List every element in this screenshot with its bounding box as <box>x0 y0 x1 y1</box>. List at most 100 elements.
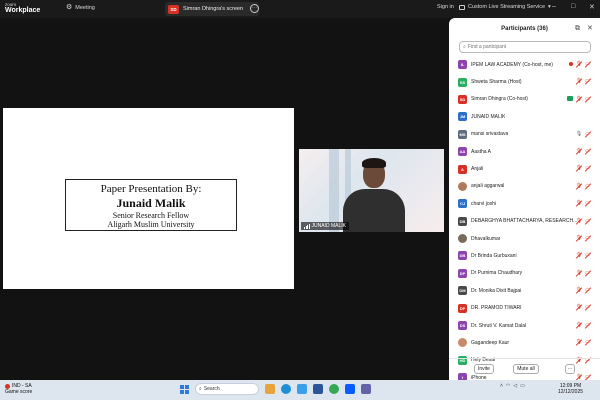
participant-avatar <box>458 234 467 244</box>
sharer-avatar: SD <box>168 4 179 14</box>
participant-row[interactable]: CJ charvi joshi 🎙 ▭ <box>449 195 600 212</box>
camera-off-icon: ▭ <box>585 234 590 241</box>
news-widget[interactable]: IND - SA Game score <box>5 383 32 395</box>
taskbar-search[interactable]: ⌕ Search <box>195 383 259 395</box>
screen-share-tab[interactable]: SD Simran Dhingra's screen <box>165 2 259 16</box>
participant-name: mansi srivastava <box>471 131 509 138</box>
sign-in-link[interactable]: Sign in <box>437 4 454 10</box>
maximize-button[interactable]: □ <box>571 3 575 10</box>
participant-row[interactable]: IL IPEM LAW ACADEMY (Co-host, me) 🎙 ▭ <box>449 56 600 73</box>
camera-off-icon: ▭ <box>585 61 590 67</box>
more-options-icon[interactable]: ··· <box>250 4 259 13</box>
participant-row[interactable]: DP DR. PRAMOD TIWARI 🎙 ▭ <box>449 299 600 316</box>
participant-name: JUNAID MALIK <box>471 113 506 120</box>
volume-icon[interactable]: ◁ <box>513 383 517 389</box>
close-button[interactable]: ✕ <box>589 3 595 11</box>
minimize-button[interactable]: – <box>552 3 556 10</box>
windows-start-icon[interactable] <box>180 384 189 394</box>
camera-off-icon: ▭ <box>585 217 590 224</box>
participant-name: Dhavalkumar <box>471 235 501 242</box>
video-person-body <box>343 189 405 232</box>
participant-row[interactable]: A Anjali 🎙 ▭ <box>449 160 600 177</box>
participant-name: Aastha A <box>471 148 492 155</box>
camera-off-icon: ▭ <box>585 147 590 154</box>
mute-all-button[interactable]: Mute all <box>513 364 539 374</box>
shared-screen[interactable]: Paper Presentation By: Junaid Malik Seni… <box>3 108 294 289</box>
chrome-icon[interactable] <box>329 384 339 394</box>
live-stream-button[interactable]: Custom Live Streaming Service ▾ <box>459 4 551 10</box>
participant-row[interactable]: DM Dr. Monika Dixit Bajpai 🎙 ▭ <box>449 282 600 299</box>
invite-button[interactable]: Invite <box>474 364 494 374</box>
store-icon[interactable] <box>297 384 307 394</box>
title-bar: zoom Workplace ⚙ Meeting SD Simran Dhing… <box>0 0 600 18</box>
participant-avatar: JM <box>458 112 467 122</box>
participant-row[interactable]: DP Dr Purnima Chaudhary 🎙 ▭ <box>449 265 600 282</box>
zoom-icon[interactable] <box>345 384 355 394</box>
mic-muted-icon: 🎙 <box>575 165 583 172</box>
participant-avatar <box>458 181 467 191</box>
participant-status-icons: 🎙 ▭ <box>576 148 590 154</box>
teams-icon[interactable] <box>361 384 371 394</box>
camera-off-icon: ▭ <box>585 321 590 328</box>
participants-title: Participants (36) <box>501 26 548 32</box>
more-button[interactable]: ··· <box>565 364 575 374</box>
participant-row[interactable]: SD Simran Dhingra (Co-host) 🎙 ▭ <box>449 91 600 108</box>
word-icon[interactable] <box>313 384 323 394</box>
participants-panel: Participants (36) ⧉ ✕ ⌕ IL IPEM LAW ACADE… <box>449 18 600 383</box>
gear-icon: ⚙ <box>66 4 73 11</box>
background-stripe <box>329 149 339 232</box>
taskbar-clock[interactable]: 12:09 PM 12/12/2025 <box>558 383 583 395</box>
camera-off-icon: ▭ <box>585 269 590 276</box>
participant-avatar: SS <box>458 77 467 87</box>
popout-icon[interactable]: ⧉ <box>575 18 580 40</box>
mic-muted-icon: 🎙 <box>575 234 583 241</box>
participant-name: Dr Brinda Gurbuxani <box>471 252 517 259</box>
participants-footer: Invite Mute all ··· <box>449 358 600 380</box>
participant-list: IL IPEM LAW ACADEMY (Co-host, me) 🎙 ▭ SS Shwe… <box>449 56 600 386</box>
participant-row[interactable]: DB DEBARGHYA BHATTACHARYA, RESEARCH... 🎙 ▭ <box>449 213 600 230</box>
participant-row[interactable]: DB Dr Brinda Gurbuxani 🎙 ▭ <box>449 247 600 264</box>
participant-avatar <box>458 338 467 348</box>
participant-status-icons: 🎙 ▭ <box>576 304 590 310</box>
chevron-up-icon[interactable]: ˄ <box>500 383 503 389</box>
participant-status-icons: 🎙 ▭ <box>576 165 590 171</box>
participant-row[interactable]: Gagandeep Kaur 🎙 ▭ <box>449 334 600 351</box>
stream-label: Custom Live Streaming Service <box>468 4 546 10</box>
participant-status-icons: 🎙 ▭ <box>576 200 590 206</box>
participant-name: Anjali <box>471 166 484 173</box>
wifi-icon[interactable]: ◠ <box>506 383 510 389</box>
participant-row[interactable]: JM JUNAID MALIK <box>449 108 600 125</box>
battery-icon[interactable]: ▭ <box>520 383 525 389</box>
participant-status-icons: 🎙 ▭ <box>568 61 590 67</box>
participant-avatar: DB <box>458 251 467 261</box>
participant-search[interactable]: ⌕ <box>459 41 591 53</box>
participant-name: Dr. Monika Dixit Bajpai <box>471 287 522 294</box>
close-panel-icon[interactable]: ✕ <box>587 18 593 40</box>
participant-row[interactable]: AA Aastha A 🎙 ▭ <box>449 143 600 160</box>
participant-row[interactable]: DS Dr. Shruti V. Kamat Dalal 🎙 ▭ <box>449 317 600 334</box>
cricket-icon <box>5 383 10 389</box>
mic-muted-icon: 🎙 <box>575 200 583 207</box>
participant-status-icons: 🎙 ▭ <box>576 339 590 345</box>
file-explorer-icon[interactable] <box>265 384 275 394</box>
participant-name: IPEM LAW ACADEMY (Co-host, me) <box>471 61 553 68</box>
participant-avatar: SD <box>458 94 467 104</box>
mic-muted-icon: 🎙 <box>575 252 583 259</box>
participant-search-input[interactable] <box>467 44 578 50</box>
participant-status-icons: 🎙 ▭ <box>576 78 590 84</box>
participant-avatar: CJ <box>458 199 467 209</box>
mic-icon: 🎙 <box>575 130 583 137</box>
participant-video-tile[interactable]: JUNAID MALIK <box>299 149 444 232</box>
participant-row[interactable]: MS mansi srivastava 🎙 ▭ <box>449 126 600 143</box>
participant-avatar: DM <box>458 286 467 296</box>
participant-status-icons: 🎙 ▭ <box>576 252 590 258</box>
stream-icon <box>459 4 465 10</box>
participant-avatar: AA <box>458 147 467 157</box>
participant-row[interactable]: anjali aggarwal 🎙 ▭ <box>449 178 600 195</box>
participant-row[interactable]: SS Shweta Sharma (Host) 🎙 ▭ <box>449 73 600 90</box>
edge-icon[interactable] <box>281 384 291 394</box>
camera-off-icon: ▭ <box>585 287 590 294</box>
video-name-label: JUNAID MALIK <box>311 223 346 229</box>
meeting-tab[interactable]: ⚙ Meeting <box>66 4 95 11</box>
participant-row[interactable]: Dhavalkumar 🎙 ▭ <box>449 230 600 247</box>
